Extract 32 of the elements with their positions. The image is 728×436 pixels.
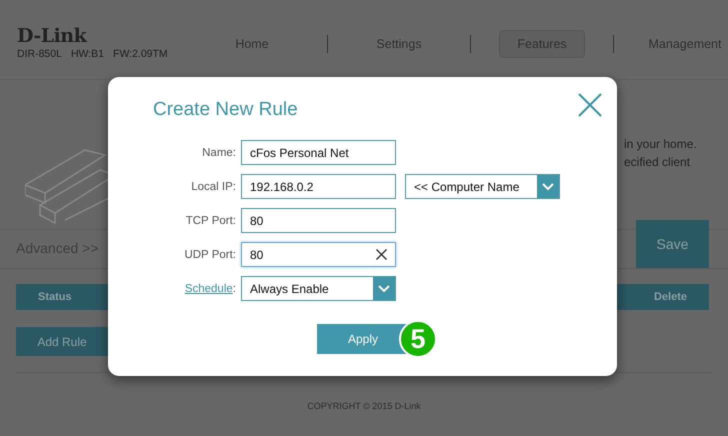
field-label: TCP Port:: [186, 214, 236, 226]
hardware-label: HW:B1: [70, 48, 104, 60]
clear-icon[interactable]: [376, 249, 387, 260]
chevron-down-icon: [378, 284, 390, 292]
text-field[interactable]: 80: [241, 208, 396, 233]
computer-name-dropdown[interactable]: << Computer Name: [405, 174, 560, 199]
step-badge: 5: [399, 320, 437, 358]
schedule-link[interactable]: Schedule: [184, 282, 233, 294]
intro-text: ecified client: [624, 154, 692, 171]
field-label: Local IP:: [191, 180, 236, 192]
close-icon[interactable]: [578, 93, 602, 117]
text-field[interactable]: 80: [241, 242, 396, 267]
add-rule-button[interactable]: Add Rule: [16, 327, 108, 356]
intro-text: in your home.: [624, 136, 698, 153]
text-field[interactable]: cFos Personal Net: [241, 140, 396, 165]
field-label: UDP Port:: [184, 248, 236, 260]
save-button[interactable]: Save: [636, 220, 709, 268]
nav-tab[interactable]: Settings: [356, 30, 442, 58]
schedule-dropdown[interactable]: Always Enable: [241, 276, 396, 301]
field-label: Name:: [202, 146, 236, 158]
nav-tab[interactable]: Management: [642, 30, 728, 58]
nav-tab[interactable]: Home: [205, 30, 299, 58]
text-field[interactable]: 192.168.0.2: [241, 174, 396, 199]
logo: D-Link: [17, 26, 88, 46]
model-label: DIR-850L: [17, 48, 62, 60]
chevron-down-icon: [542, 182, 554, 190]
column-header: Delete: [654, 291, 687, 303]
column-header: Status: [38, 291, 72, 303]
copyright-text: COPYRIGHT © 2015 D-Link: [307, 401, 421, 411]
dialog-title: Create New Rule: [153, 99, 298, 121]
colon-text: :: [232, 282, 236, 294]
firmware-label: FW:2.09TM: [113, 48, 168, 60]
